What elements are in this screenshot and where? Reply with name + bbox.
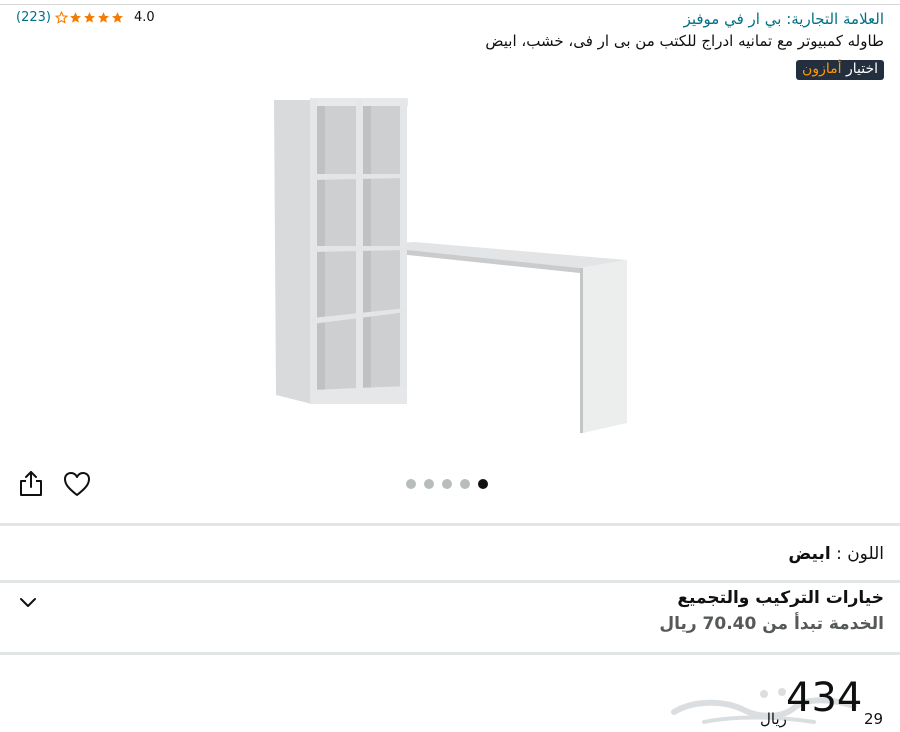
carousel-dot[interactable] xyxy=(406,479,416,489)
price-currency: ريال xyxy=(760,710,787,728)
brand-link[interactable]: العلامة التجارية: بي ار في موفيز xyxy=(684,10,884,28)
badge-text: اختيار xyxy=(845,61,878,77)
product-title: طاوله كمبيوتر مع تمانيه ادراج للكتب من ب… xyxy=(485,32,884,50)
section-divider xyxy=(0,652,900,655)
heart-icon[interactable] xyxy=(62,470,92,498)
section-divider xyxy=(0,580,900,583)
image-carousel-dots xyxy=(406,479,488,489)
carousel-dot[interactable] xyxy=(478,479,488,489)
assembly-options-title: خيارات التركيب والتجميع xyxy=(677,588,884,608)
shelf-divider-right xyxy=(400,100,407,404)
carousel-dot[interactable] xyxy=(460,479,470,489)
price-fraction: 29 xyxy=(864,710,884,728)
desk-leg xyxy=(580,260,627,433)
color-label: اللون : xyxy=(836,544,884,564)
product-image[interactable] xyxy=(260,90,640,440)
chevron-down-icon[interactable] xyxy=(18,592,38,612)
assembly-options-expander[interactable]: خيارات التركيب والتجميع الخدمة تبدأ من 7… xyxy=(0,584,900,652)
assembly-options-subtitle: الخدمة تبدأ من 70.40 ريال xyxy=(659,614,884,634)
share-icon[interactable] xyxy=(18,470,44,498)
color-variation: اللون : ابيض xyxy=(788,544,884,564)
carousel-dot[interactable] xyxy=(442,479,452,489)
price-whole: 434 xyxy=(786,675,863,721)
rating-average: 4.0 xyxy=(133,10,155,25)
brand-prefix: العلامة التجارية: xyxy=(786,10,884,28)
shelf-side-panel xyxy=(274,100,312,404)
star-rating xyxy=(54,11,124,24)
star-full-icon xyxy=(70,12,81,23)
carousel-dot[interactable] xyxy=(424,479,434,489)
desk-leg-side xyxy=(580,268,583,433)
brand-name[interactable]: بي ار في موفيز xyxy=(684,10,782,28)
top-border xyxy=(0,0,900,5)
star-full-icon xyxy=(84,12,95,23)
rating-summary[interactable]: (223) 4.0 xyxy=(16,10,155,25)
rating-count[interactable]: (223) xyxy=(16,10,51,25)
shelf-divider-mid xyxy=(356,100,363,404)
star-empty-icon xyxy=(54,11,68,24)
shelf-shadow xyxy=(363,106,371,396)
color-value: ابيض xyxy=(788,544,831,564)
amazons-choice-badge[interactable]: اختيار أمازون xyxy=(796,60,884,80)
star-full-icon xyxy=(112,12,123,23)
star-full-icon xyxy=(98,12,109,23)
badge-accent-text: أمازون xyxy=(802,61,842,77)
product-price: ريال 434 29 xyxy=(760,676,886,728)
section-divider xyxy=(0,523,900,526)
shelf-divider-left xyxy=(310,100,317,404)
